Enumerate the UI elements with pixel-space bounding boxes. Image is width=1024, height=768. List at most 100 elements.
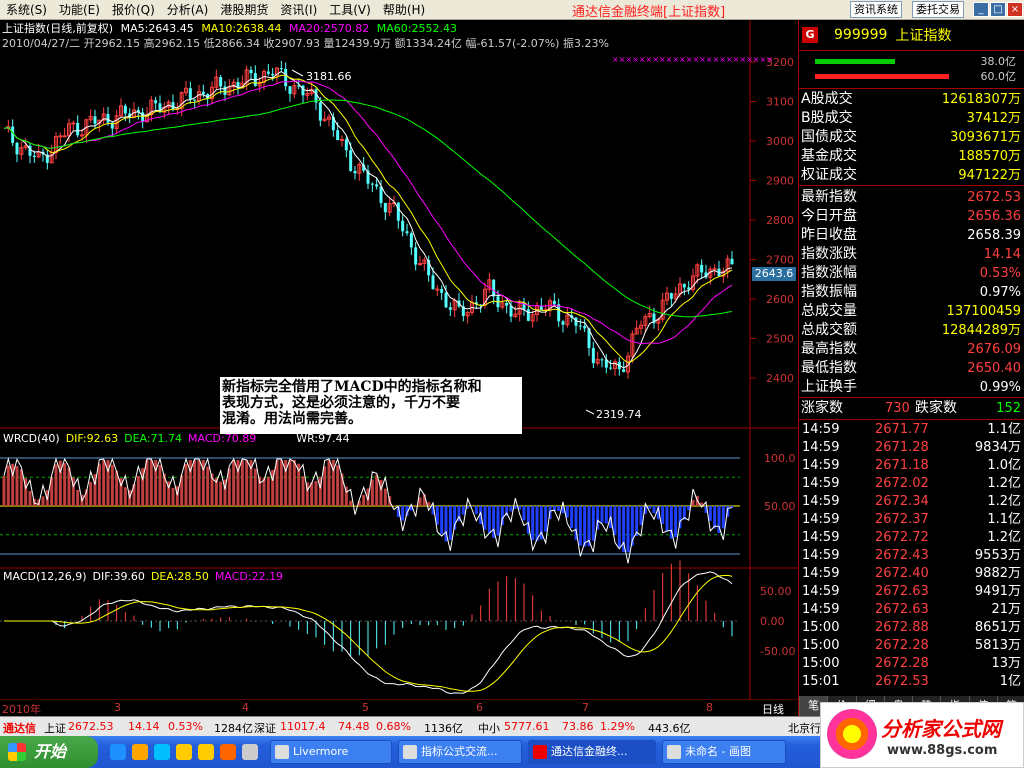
candle-body xyxy=(444,292,448,308)
menu-analysis[interactable]: 分析(A) xyxy=(161,1,215,18)
tick-row: 14:59 2672.63 9491万 xyxy=(799,583,1024,601)
tick-price: 2672.28 xyxy=(875,656,929,671)
tick-price: 2672.53 xyxy=(875,674,929,689)
candle-body xyxy=(349,150,353,171)
chart-canvas[interactable]: 100.050.00 50.000.00-50.00 3200310030002… xyxy=(0,20,798,716)
task-paint[interactable]: 未命名 - 画图 xyxy=(662,740,786,764)
start-button[interactable]: 开始 xyxy=(0,736,98,768)
decline-value: 152 xyxy=(996,401,1021,416)
close-icon[interactable]: × xyxy=(1007,2,1023,17)
y-tick-label: 2600 xyxy=(766,293,794,306)
ma-line xyxy=(3,99,733,318)
candle-body xyxy=(11,126,15,143)
candle-body xyxy=(76,122,80,136)
candle-body xyxy=(700,264,704,273)
app-icon[interactable] xyxy=(220,744,236,760)
maximize-icon[interactable]: □ xyxy=(990,2,1006,17)
tick-row: 14:59 2672.40 9882万 xyxy=(799,565,1024,583)
candle-body xyxy=(583,326,587,329)
tick-row: 15:00 2672.28 13万 xyxy=(799,655,1024,673)
tick-time: 14:59 xyxy=(802,566,840,581)
tick-price: 2672.37 xyxy=(875,512,929,527)
ma-line xyxy=(3,71,733,369)
logo-url: www.88gs.com xyxy=(887,743,998,758)
candle-body xyxy=(492,279,496,297)
volume-label: 国债成交 xyxy=(801,129,857,145)
folder-icon xyxy=(275,745,289,759)
candle-body xyxy=(609,367,613,369)
period-selector[interactable]: 日线 xyxy=(762,701,784,717)
task-forum[interactable]: 指标公式交流... xyxy=(398,740,522,764)
sh-amount: 1284亿 xyxy=(214,722,253,735)
tick-volume: 9553万 xyxy=(974,548,1021,563)
volume-value: 37412万 xyxy=(966,111,1021,126)
menu-bar: 系统(S) 功能(E) 报价(Q) 分析(A) 港股期货 资讯(I) 工具(V)… xyxy=(0,0,1024,20)
y-tick-label: 2800 xyxy=(766,214,794,227)
note-line-3: 混淆。用法尚需完善。 xyxy=(222,411,362,427)
tick-time: 14:59 xyxy=(802,458,840,473)
tick-time: 14:59 xyxy=(802,440,840,455)
menu-system[interactable]: 系统(S) xyxy=(0,1,53,18)
stat-row: 最低指数 2650.40 xyxy=(799,359,1024,378)
ma20-value: MA20:2570.82 xyxy=(289,22,370,35)
task-livermore[interactable]: Livermore xyxy=(270,740,392,764)
stat-value: 14.14 xyxy=(983,247,1021,262)
candle-body xyxy=(409,233,413,248)
candle-body xyxy=(318,102,322,121)
menu-help[interactable]: 帮助(H) xyxy=(377,1,431,18)
menu-tools[interactable]: 工具(V) xyxy=(323,1,377,18)
desktop-icon[interactable] xyxy=(242,744,258,760)
wrcd-indicator: 100.0 50.00 xyxy=(0,452,796,564)
candle-body xyxy=(249,69,253,74)
task-tdx[interactable]: 通达信金融终... xyxy=(528,740,656,764)
candle-body xyxy=(62,135,67,138)
date-label-may: 5 xyxy=(362,701,369,714)
candle-body xyxy=(370,183,374,185)
menu-info[interactable]: 资讯(I) xyxy=(274,1,323,18)
menu-hk-futures[interactable]: 港股期货 xyxy=(214,1,274,18)
news-system-button[interactable]: 资讯系统 xyxy=(850,1,902,18)
index-code: 999999 xyxy=(834,27,888,43)
tick-volume: 1.2亿 xyxy=(987,494,1021,509)
stat-label: 上证换手 xyxy=(801,379,857,395)
stat-value: 2676.09 xyxy=(967,342,1021,357)
date-label-april: 4 xyxy=(242,701,249,714)
window-title: 通达信金融终端[上证指数] xyxy=(572,5,726,20)
media-icon[interactable] xyxy=(132,744,148,760)
menu-quote[interactable]: 报价(Q) xyxy=(106,1,161,18)
tick-time: 14:59 xyxy=(802,548,840,563)
stat-row: 指数振幅 0.97% xyxy=(799,283,1024,302)
volume-row: 国债成交 3093671万 xyxy=(799,128,1024,147)
ie-icon[interactable] xyxy=(110,744,126,760)
tick-volume: 8651万 xyxy=(974,620,1021,635)
tick-volume: 13万 xyxy=(991,656,1021,671)
chart-area[interactable]: 100.0 50.00 50.00 0.00 -50.00 3200 3100 3000 2… xyxy=(0,20,798,716)
volume-row: B股成交 37412万 xyxy=(799,109,1024,128)
qq2-icon[interactable] xyxy=(198,744,214,760)
minimize-icon[interactable]: _ xyxy=(973,2,989,17)
date-label-june: 6 xyxy=(476,701,483,714)
brand-label: 通达信 xyxy=(3,722,36,735)
candle-body xyxy=(448,307,452,310)
tick-row: 15:01 2672.53 1亿 xyxy=(799,673,1024,691)
menu-function[interactable]: 功能(E) xyxy=(53,1,106,18)
wrcd-y-label: 100.0 xyxy=(764,452,796,465)
y-tick-label: 3000 xyxy=(766,135,794,148)
date-label-march: 3 xyxy=(114,701,121,714)
stat-value: 2656.36 xyxy=(967,209,1021,224)
candle-body xyxy=(201,91,205,95)
tick-row: 14:59 2672.02 1.2亿 xyxy=(799,475,1024,493)
decline-label: 跌家数 xyxy=(915,400,957,416)
messenger-icon[interactable] xyxy=(154,744,170,760)
tick-price: 2672.72 xyxy=(875,530,929,545)
tick-price: 2671.28 xyxy=(875,440,929,455)
qq-icon[interactable] xyxy=(176,744,192,760)
date-label-year: 2010年 xyxy=(2,703,41,716)
high-price-pointer xyxy=(291,69,304,77)
macd-y-label: 0.00 xyxy=(760,615,785,628)
candle-body xyxy=(219,77,223,87)
sz-price: 11017.4 xyxy=(280,720,326,733)
trade-button[interactable]: 委托交易 xyxy=(912,1,964,18)
flower-logo-icon xyxy=(827,709,877,759)
index-name: 上证指数 xyxy=(895,28,952,44)
